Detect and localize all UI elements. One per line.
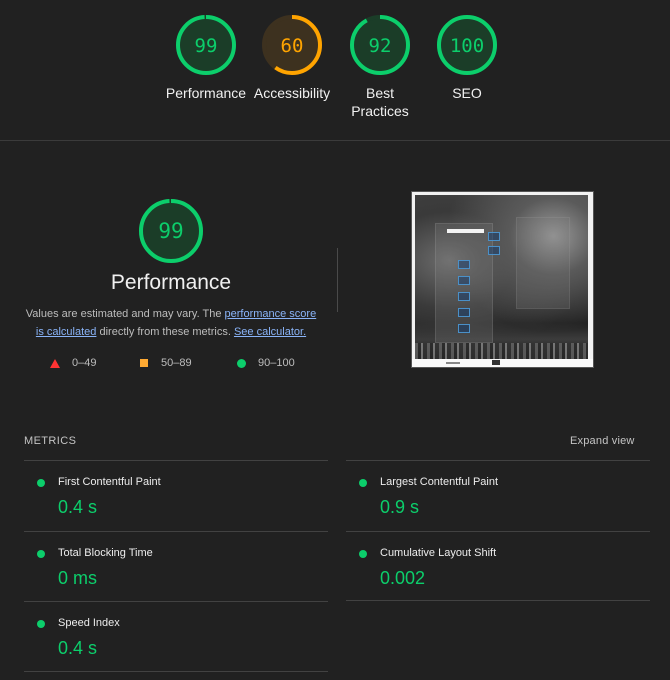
- lighthouse-report: 99 Performance 60 Accessibility 92 Best …: [0, 0, 670, 680]
- screenshot-button: [458, 324, 470, 333]
- gauge-label: Accessibility: [253, 85, 331, 101]
- expand-view-toggle[interactable]: Expand view: [570, 435, 635, 447]
- gauge-label: SEO: [452, 85, 482, 101]
- metric-value: 0 ms: [58, 568, 98, 588]
- metric-speed-index: Speed Index 0.4 s: [24, 601, 328, 672]
- gauge-score: 100: [450, 35, 484, 57]
- screenshot-button: [458, 276, 470, 285]
- screenshot-form-panel: [435, 223, 500, 343]
- screenshot-button: [488, 246, 500, 255]
- pass-circle-icon: [37, 620, 45, 628]
- metric-value: 0.002: [380, 568, 426, 588]
- metric-value: 0.9 s: [380, 497, 420, 517]
- gauge-best-practices[interactable]: 92 Best Practices: [330, 14, 430, 120]
- circle-icon: [237, 358, 246, 368]
- desc-text: Values are estimated and may vary. The: [25, 308, 225, 320]
- screenshot-button: [458, 260, 470, 269]
- gauge-ring: 99: [176, 15, 236, 75]
- gauge-label: Best Practices: [351, 85, 409, 119]
- gauge-label: Performance: [165, 85, 247, 101]
- gauge-ring: 99: [139, 199, 203, 263]
- metric-total-blocking-time: Total Blocking Time 0 ms: [24, 531, 328, 602]
- triangle-icon: [50, 358, 60, 368]
- see-calculator-link[interactable]: See calculator.: [234, 326, 306, 338]
- metric-name: Total Blocking Time: [58, 547, 153, 559]
- legend-pass-label: 90–100: [258, 357, 295, 370]
- metric-name: Largest Contentful Paint: [380, 476, 499, 488]
- gauge-score: 60: [281, 35, 304, 57]
- legend-average-label: 50–89: [161, 357, 192, 370]
- square-icon: [140, 359, 148, 368]
- metric-name: First Contentful Paint: [58, 476, 161, 488]
- metric-name: Cumulative Layout Shift: [380, 547, 497, 559]
- gauge-accessibility[interactable]: 60 Accessibility: [242, 14, 342, 102]
- performance-description: Values are estimated and may vary. The p…: [24, 305, 318, 341]
- performance-gauge: 99: [136, 196, 206, 271]
- metric-divider: [346, 600, 650, 601]
- screenshot-sea: [415, 343, 588, 359]
- legend-fail-label: 0–49: [72, 357, 97, 370]
- pass-circle-icon: [37, 550, 45, 558]
- gauge-score: 92: [369, 35, 392, 57]
- screenshot-footer: [412, 359, 593, 367]
- pass-circle-icon: [359, 550, 367, 558]
- pass-circle-icon: [359, 479, 367, 487]
- pass-circle-icon: [37, 479, 45, 487]
- gauge-ring: 92: [350, 15, 410, 75]
- legend-average: 50–89: [140, 357, 192, 369]
- desc-text: directly from these metrics.: [96, 326, 234, 338]
- screenshot-side-panel: [516, 217, 570, 309]
- performance-section: 99 Performance Values are estimated and …: [0, 141, 670, 411]
- screenshot-button: [458, 308, 470, 317]
- metric-value: 0.4 s: [58, 638, 98, 658]
- metric-value: 0.4 s: [58, 497, 98, 517]
- metric-divider: [24, 671, 328, 672]
- metric-largest-contentful-paint: Largest Contentful Paint 0.9 s: [346, 460, 650, 531]
- legend-fail: 0–49: [50, 357, 96, 369]
- gauge-ring: 60: [262, 15, 322, 75]
- metric-cumulative-layout-shift: Cumulative Layout Shift 0.002: [346, 531, 650, 602]
- performance-title: Performance: [110, 271, 232, 294]
- screenshot-field: [447, 229, 484, 233]
- performance-score: 99: [158, 219, 183, 243]
- legend-pass: 90–100: [237, 357, 295, 369]
- gauge-seo[interactable]: 100 SEO: [417, 14, 517, 102]
- page-screenshot-thumbnail[interactable]: [411, 191, 594, 368]
- screenshot-button: [458, 292, 470, 301]
- metric-name: Speed Index: [58, 617, 120, 629]
- metric-first-contentful-paint: First Contentful Paint 0.4 s: [24, 460, 328, 531]
- gauge-score: 99: [195, 35, 218, 57]
- gauge-ring: 100: [437, 15, 497, 75]
- screenshot-image: [415, 195, 588, 359]
- category-gauges: 99 Performance 60 Accessibility 92 Best …: [0, 0, 670, 141]
- section-divider: [337, 248, 338, 312]
- screenshot-button: [488, 232, 500, 241]
- gauge-performance[interactable]: 99 Performance: [156, 14, 256, 102]
- metrics-header: METRICS: [24, 435, 77, 447]
